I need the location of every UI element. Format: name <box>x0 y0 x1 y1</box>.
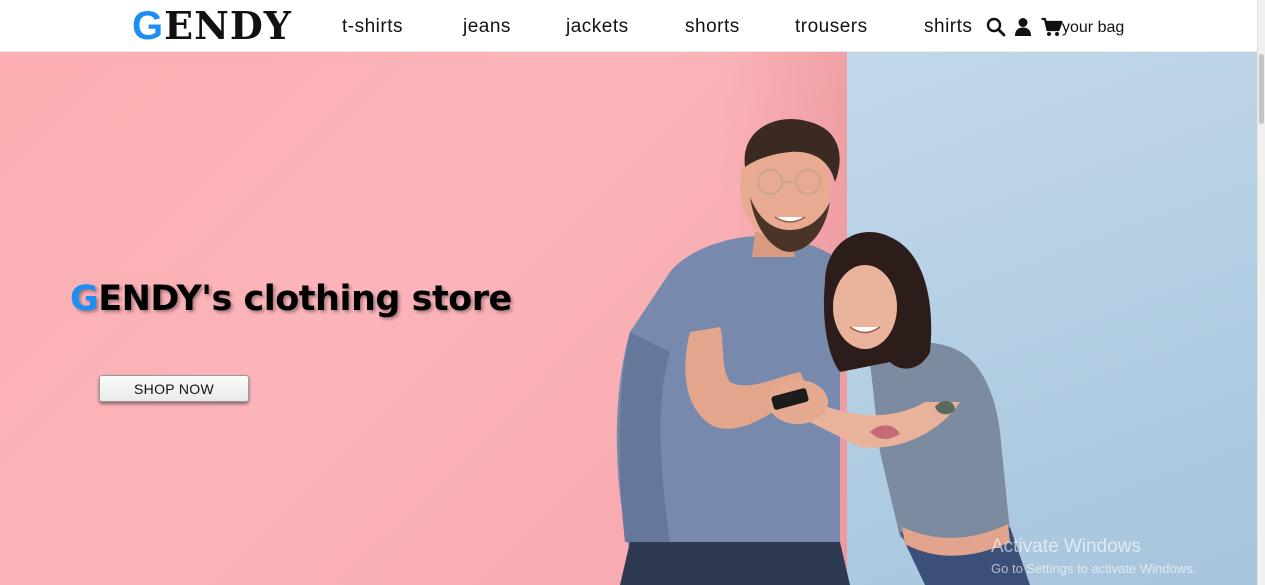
nav-link-jackets[interactable]: jackets <box>566 15 629 39</box>
hero-banner: GENDY's clothing store SHOP NOW <box>0 52 1257 585</box>
hero-title: GENDY's clothing store <box>70 277 512 321</box>
nav-link-t-shirts[interactable]: t-shirts <box>342 15 403 39</box>
top-nav: GENDY t-shirts jeans jackets shorts trou… <box>0 0 1257 52</box>
nav-link-trousers[interactable]: trousers <box>795 15 868 39</box>
user-icon[interactable] <box>1014 17 1034 37</box>
watermark-subtitle: Go to Settings to activate Windows. <box>991 561 1197 576</box>
windows-watermark-text: Activate Windows Go to Settings to activ… <box>991 536 1196 578</box>
nav-link-shirts[interactable]: shirts <box>924 15 972 39</box>
man-jeans <box>620 542 850 585</box>
watermark-title: Activate Windows <box>991 536 1141 557</box>
brand-logo[interactable]: GENDY <box>132 3 292 49</box>
woman-face <box>833 265 897 349</box>
hero-photo <box>616 119 1030 585</box>
logo-text: ENDY <box>164 3 292 48</box>
hero-title-initial: G <box>70 279 99 319</box>
logo-initial: G <box>132 4 165 48</box>
scrollbar-thumb[interactable] <box>1259 54 1264 124</box>
cart-icon[interactable] <box>1041 17 1063 37</box>
nav-link-shorts[interactable]: shorts <box>685 15 740 39</box>
search-icon[interactable] <box>986 17 1006 37</box>
nav-link-jeans[interactable]: jeans <box>463 15 511 39</box>
hero-title-text: ENDY's clothing store <box>98 279 512 319</box>
shop-now-button[interactable]: SHOP NOW <box>99 375 249 402</box>
bag-link[interactable]: your bag <box>1062 18 1124 38</box>
